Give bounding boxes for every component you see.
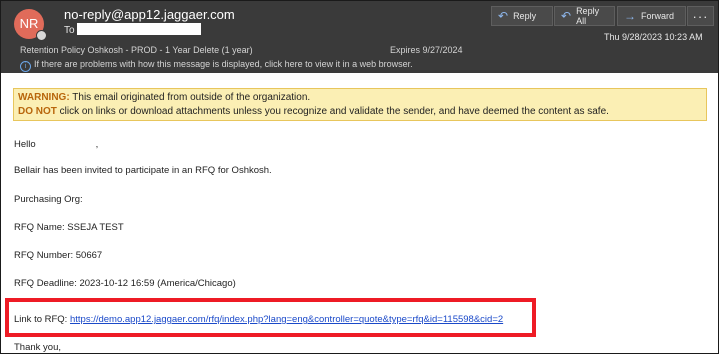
greeting-end: , bbox=[95, 139, 99, 150]
thanks-text: Thank you, bbox=[14, 342, 61, 353]
greeting: Hello bbox=[14, 139, 36, 150]
rfq-number: RFQ Number: 50667 bbox=[14, 250, 103, 261]
rfq-name: RFQ Name: SSEJA TEST bbox=[14, 222, 124, 233]
expires-date: Expires 9/27/2024 bbox=[390, 45, 463, 55]
info-message: If there are problems with how this mess… bbox=[34, 59, 413, 69]
avatar-initials: NR bbox=[19, 16, 39, 31]
purchasing-org: Purchasing Org: bbox=[14, 194, 83, 205]
warning-line-2: DO NOT click on links or download attach… bbox=[18, 105, 702, 119]
more-actions-button[interactable]: ··· bbox=[687, 6, 714, 26]
reply-all-label: Reply All bbox=[576, 6, 600, 26]
invite-text: Bellair has been invited to participate … bbox=[14, 165, 272, 176]
info-bar[interactable]: i If there are problems with how this mes… bbox=[20, 59, 413, 72]
forward-label: Forward bbox=[641, 11, 675, 21]
red-highlight-box bbox=[5, 298, 536, 337]
message-header: NR no-reply@app12.jaggaer.com To Retenti… bbox=[1, 1, 718, 73]
reply-all-button[interactable]: ↶ Reply All bbox=[554, 6, 615, 26]
rfq-deadline: RFQ Deadline: 2023-10-12 16:59 (America/… bbox=[14, 278, 236, 289]
sender-address[interactable]: no-reply@app12.jaggaer.com bbox=[64, 7, 235, 22]
received-date: Thu 9/28/2023 10:23 AM bbox=[604, 32, 703, 42]
warning-line-1: WARNING: This email originated from outs… bbox=[18, 91, 702, 105]
reply-arrow-icon: ↶ bbox=[498, 9, 509, 23]
greeting-line: Hello, bbox=[14, 138, 98, 150]
warning-label: WARNING: bbox=[18, 92, 70, 103]
retention-policy: Retention Policy Oshkosh - PROD - 1 Year… bbox=[20, 45, 253, 55]
info-icon: i bbox=[20, 61, 31, 72]
warning-text-2: click on links or download attachments u… bbox=[56, 106, 609, 117]
more-icon: ··· bbox=[692, 8, 709, 24]
email-window: NR no-reply@app12.jaggaer.com To Retenti… bbox=[0, 0, 719, 354]
warning-text-1: This email originated from outside of th… bbox=[69, 92, 311, 103]
recipient-redacted bbox=[77, 23, 201, 35]
reply-button[interactable]: ↶ Reply bbox=[491, 6, 553, 26]
external-warning-banner: WARNING: This email originated from outs… bbox=[13, 88, 707, 121]
to-label: To bbox=[64, 25, 75, 36]
forward-button[interactable]: → Forward bbox=[617, 6, 686, 26]
donot-label: DO NOT bbox=[18, 106, 57, 117]
reply-label: Reply bbox=[513, 11, 537, 21]
recipient-name-redacted bbox=[35, 138, 96, 147]
presence-status-icon bbox=[36, 30, 47, 41]
forward-arrow-icon: → bbox=[624, 9, 636, 23]
reply-all-arrow-icon: ↶ bbox=[561, 9, 572, 23]
